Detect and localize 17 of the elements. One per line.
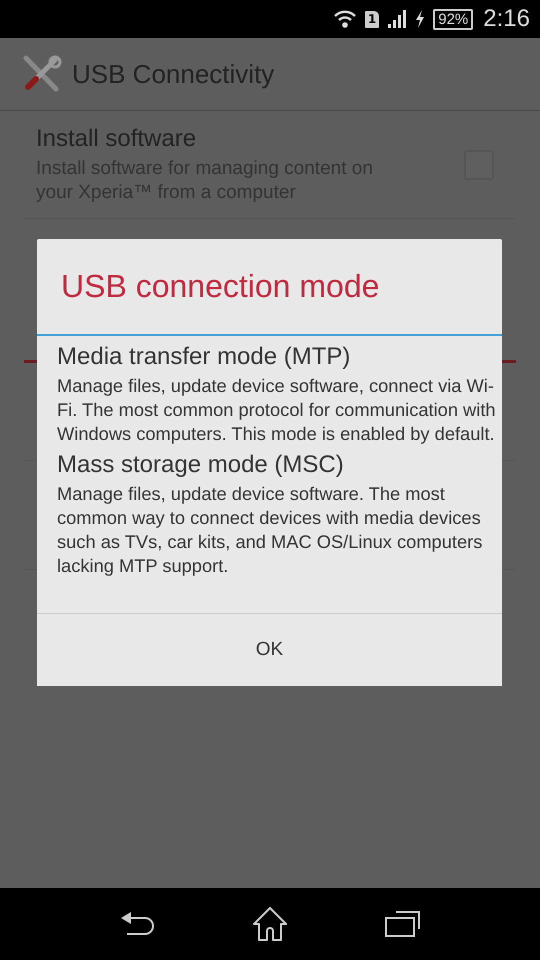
option-description: Manage files, update device software. The most common way to connect devices with media devices such as TVs, car kits, and MAC OS/Linux computers lacking MTP support. (57, 482, 484, 578)
wifi-icon (332, 9, 357, 29)
back-icon[interactable] (118, 911, 155, 937)
signal-icon (387, 10, 408, 28)
dialog-title: USB connection mode (37, 239, 502, 336)
option-description: Manage files, update device software, connect via Wi-Fi. The most common protocol for communication with Windows computers. This mode is enabled by default. (57, 374, 496, 446)
setting-title: Install software (36, 124, 198, 152)
battery-indicator: 92% (433, 8, 474, 30)
lightning-icon (415, 10, 426, 28)
option-title: Mass storage mode (MSC) (57, 450, 345, 480)
tools-icon (22, 55, 62, 93)
clock: 2:16 (483, 5, 530, 33)
screen-title: USB Connectivity (72, 58, 274, 90)
home-icon[interactable] (252, 907, 288, 941)
recent-apps-icon[interactable] (385, 911, 422, 937)
option-title: Media transfer mode (MTP) (57, 342, 352, 372)
sim-icon: 1 (364, 10, 380, 28)
